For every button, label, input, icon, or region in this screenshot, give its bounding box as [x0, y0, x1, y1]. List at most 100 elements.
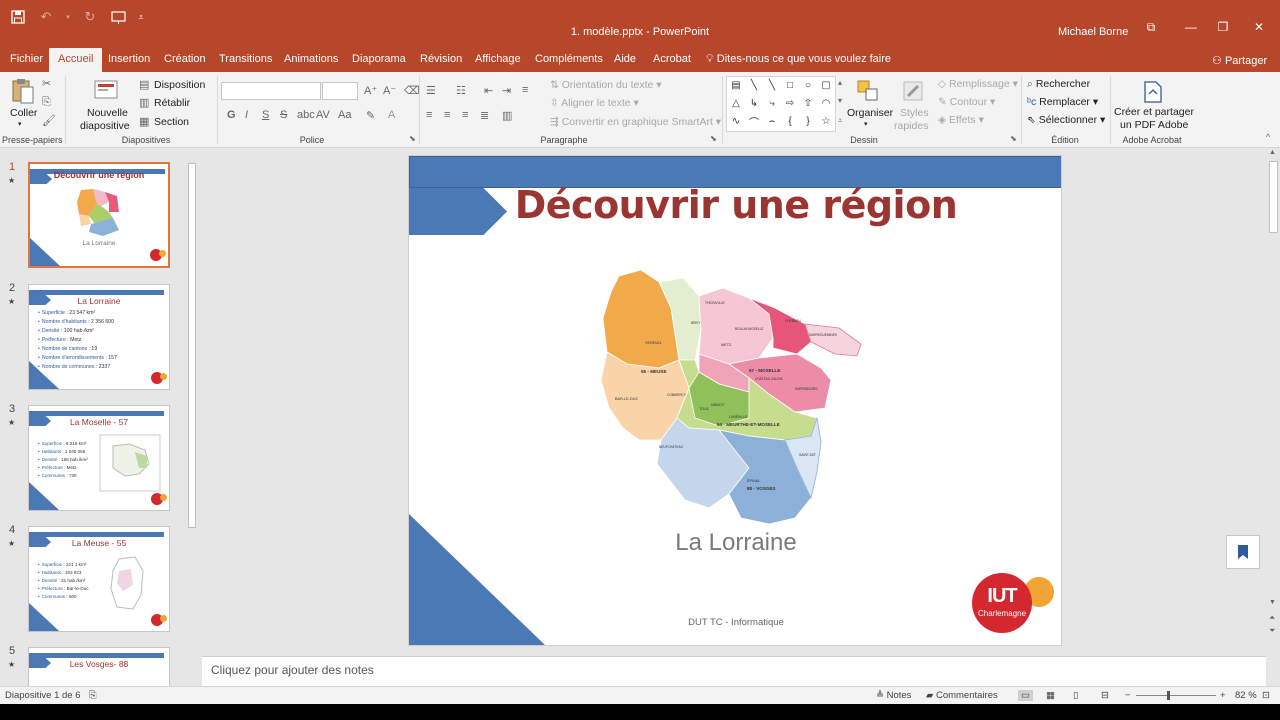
- slide-thumbnail-4[interactable]: La Meuse - 55 • Superficie : 221 1 km² • H…: [28, 526, 170, 632]
- slideshow-view-icon[interactable]: ⊟: [1101, 690, 1109, 701]
- line-shape-icon[interactable]: ╲: [764, 78, 780, 92]
- shrink-font-icon[interactable]: A⁻: [383, 84, 396, 97]
- font-dialog-launcher-icon[interactable]: ⬊: [409, 134, 416, 143]
- tell-me-box[interactable]: 💡︎ Dites-nous ce que vous voulez faire: [706, 53, 891, 66]
- italic-button[interactable]: I: [245, 109, 248, 121]
- zoom-slider-thumb[interactable]: [1167, 691, 1170, 700]
- text-direction-button[interactable]: ⇅ Orientation du texte ▾: [550, 79, 662, 91]
- zoom-slider-track[interactable]: [1136, 695, 1216, 696]
- triangle-shape-icon[interactable]: △: [728, 96, 744, 110]
- new-slide-button-line2[interactable]: diapositive: [80, 120, 130, 132]
- zoom-out-icon[interactable]: −: [1125, 690, 1131, 701]
- arrow-right-shape-icon[interactable]: ⇨: [782, 96, 798, 110]
- clear-formatting-icon[interactable]: ⌫: [404, 84, 420, 97]
- create-pdf-button-line1[interactable]: Créer et partager: [1114, 106, 1194, 118]
- scrollbar-thumb[interactable]: [188, 163, 196, 528]
- quick-styles-button-line1[interactable]: Styles: [900, 107, 929, 119]
- iut-logo[interactable]: IUT Charlemagne: [972, 573, 1032, 633]
- arc-shape-icon[interactable]: ◠: [818, 96, 834, 110]
- font-size-combo[interactable]: [322, 82, 358, 100]
- share-button[interactable]: ⚇ Partager: [1212, 54, 1267, 67]
- slide-title[interactable]: Découvrir une région: [499, 183, 973, 227]
- select-button[interactable]: ⇖ Sélectionner ▾: [1027, 114, 1105, 126]
- align-center-icon[interactable]: ≡: [444, 109, 450, 121]
- freeform-shape-icon[interactable]: ∿: [728, 114, 744, 128]
- rectangle-shape-icon[interactable]: □: [782, 78, 798, 92]
- new-slide-icon[interactable]: [93, 78, 121, 104]
- create-pdf-button-line2[interactable]: un PDF Adobe: [1120, 119, 1188, 131]
- normal-view-icon[interactable]: ▭: [1018, 690, 1033, 701]
- numbering-icon[interactable]: ☷: [456, 84, 466, 97]
- tab-diaporama[interactable]: Diaporama: [352, 53, 406, 65]
- shape-fill-button[interactable]: ◇ Remplissage ▾: [938, 78, 1018, 90]
- character-spacing-button[interactable]: AV: [316, 109, 330, 121]
- shape-outline-button[interactable]: ✎ Contour ▾: [938, 96, 995, 108]
- star-shape-icon[interactable]: ☆: [818, 114, 834, 128]
- save-icon[interactable]: [8, 8, 28, 26]
- reading-view-icon[interactable]: ▯: [1073, 690, 1078, 701]
- zoom-level[interactable]: 82 %: [1235, 690, 1257, 701]
- rounded-rect-shape-icon[interactable]: ▢: [818, 78, 834, 92]
- arrange-button[interactable]: Organiser: [847, 107, 893, 119]
- drawing-dialog-launcher-icon[interactable]: ⬊: [1010, 134, 1017, 143]
- underline-button[interactable]: S: [262, 109, 269, 121]
- paste-button[interactable]: Coller: [10, 107, 37, 119]
- columns-icon[interactable]: ▥: [502, 109, 512, 122]
- slide-sorter-icon[interactable]: ▦: [1046, 690, 1055, 701]
- section-button[interactable]: Section: [154, 116, 189, 128]
- slide-thumbnail-2[interactable]: La Lorraine • Superficie : 23 547 km² • No…: [28, 284, 170, 390]
- reset-button[interactable]: Rétablir: [154, 97, 190, 109]
- minimize-icon[interactable]: —: [1181, 20, 1201, 34]
- notes-placeholder[interactable]: Cliquez pour ajouter des notes: [211, 663, 374, 677]
- arrange-icon[interactable]: [855, 78, 881, 104]
- redo-icon[interactable]: ↻: [80, 8, 100, 26]
- lorraine-map-image[interactable]: 55 - MEUSE 57 - MOSELLE 54 - MEURTHE-ET-…: [599, 268, 869, 528]
- tab-revision[interactable]: Révision: [420, 53, 462, 65]
- shapes-more-icon[interactable]: ⩡: [838, 116, 843, 126]
- paste-icon[interactable]: [10, 76, 36, 106]
- change-case-button[interactable]: Aa: [338, 109, 351, 121]
- bullets-icon[interactable]: ☰: [426, 84, 436, 97]
- scroll-down-icon[interactable]: ▼: [1269, 599, 1276, 606]
- collapse-ribbon-icon[interactable]: ^: [1266, 132, 1270, 142]
- slide-vertical-scrollbar[interactable]: ▲ ▼ ⏶ ⏷: [1266, 149, 1280, 656]
- previous-slide-icon[interactable]: ⏶: [1269, 613, 1275, 623]
- shapes-scroll-down-icon[interactable]: ▾: [838, 96, 842, 105]
- tab-affichage[interactable]: Affichage: [475, 53, 521, 65]
- slide-thumbnail-5[interactable]: Les Vosges- 88: [28, 647, 170, 687]
- undo-icon[interactable]: ↶: [36, 8, 56, 26]
- strikethrough-button[interactable]: S: [280, 109, 287, 121]
- tab-fichier[interactable]: Fichier: [10, 53, 43, 65]
- create-pdf-icon[interactable]: [1142, 80, 1164, 104]
- tab-aide[interactable]: Aide: [614, 53, 636, 65]
- smartart-button[interactable]: ⇶ Convertir en graphique SmartArt ▾: [550, 116, 721, 128]
- brace-right-shape-icon[interactable]: }: [800, 114, 816, 128]
- shadow-button[interactable]: abc: [297, 109, 315, 121]
- layout-button[interactable]: Disposition: [154, 79, 205, 91]
- curve-shape-icon[interactable]: ⌢: [764, 114, 780, 128]
- cut-icon[interactable]: ✂: [42, 77, 51, 90]
- decrease-indent-icon[interactable]: ⇤: [484, 84, 493, 97]
- current-slide[interactable]: Découvrir une région 55 - MEUSE 57 - MOS…: [408, 155, 1062, 646]
- increase-indent-icon[interactable]: ⇥: [502, 84, 511, 97]
- shapes-scroll-up-icon[interactable]: ▴: [838, 78, 842, 87]
- tab-accueil[interactable]: Accueil: [49, 48, 103, 72]
- slide-arrow-shape[interactable]: [409, 188, 507, 235]
- bold-button[interactable]: G: [227, 109, 236, 121]
- arrow-up-shape-icon[interactable]: ⇧: [800, 96, 816, 110]
- shape-effects-button[interactable]: ◈ Effets ▾: [938, 114, 984, 126]
- customize-qat-icon[interactable]: ⩡: [136, 8, 146, 26]
- format-painter-icon[interactable]: 🖌︎: [42, 114, 56, 127]
- user-name[interactable]: Michael Borne: [1058, 26, 1128, 38]
- maximize-icon[interactable]: ❐: [1213, 20, 1233, 34]
- arrange-dropdown-icon[interactable]: ▾: [864, 120, 868, 128]
- quick-styles-icon[interactable]: [900, 78, 926, 104]
- connector-shape-icon[interactable]: ⤷: [764, 96, 780, 110]
- scroll-up-icon[interactable]: ▲: [1269, 149, 1276, 156]
- align-left-icon[interactable]: ≡: [426, 109, 432, 121]
- tab-creation[interactable]: Création: [164, 53, 206, 65]
- replace-button[interactable]: ᵇc Remplacer ▾: [1027, 96, 1098, 108]
- new-slide-button-line1[interactable]: Nouvelle: [87, 107, 128, 119]
- tab-insertion[interactable]: Insertion: [108, 53, 150, 65]
- curve-shape-icon[interactable]: ⌒: [746, 114, 762, 129]
